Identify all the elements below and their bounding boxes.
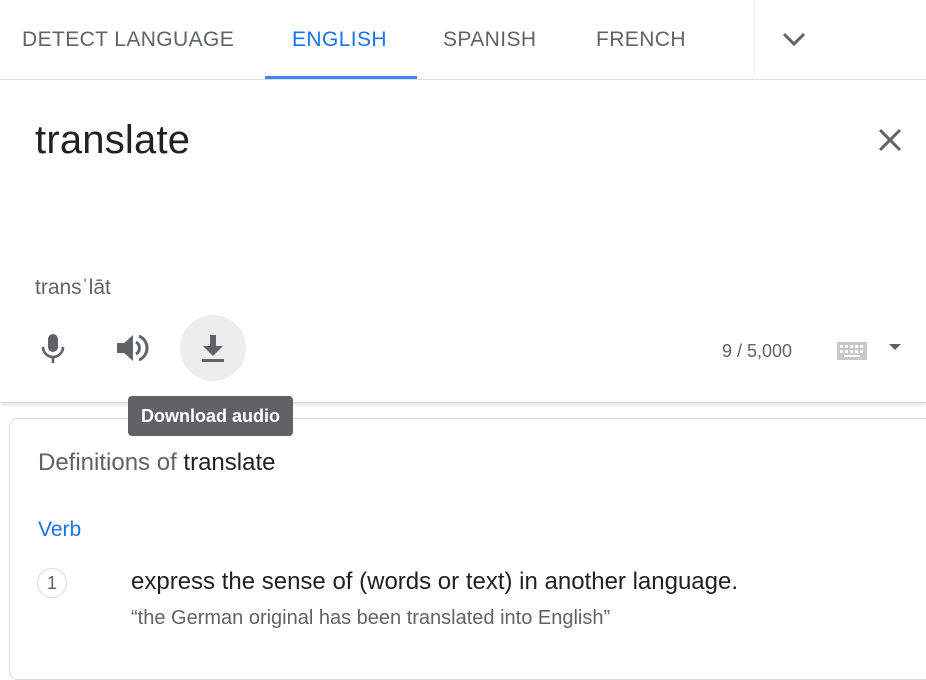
chevron-down-icon[interactable]: [779, 26, 809, 54]
character-count: 9 / 5,000: [722, 341, 793, 361]
keyboard-icon[interactable]: [836, 339, 870, 363]
source-text-input[interactable]: translate: [35, 118, 190, 163]
definition-example: “the German original has been translated…: [131, 607, 611, 629]
tab-detect-language[interactable]: DETECT LANGUAGE: [22, 0, 234, 79]
active-tab-indicator: [265, 76, 417, 79]
definition-number: 1: [37, 568, 67, 598]
tab-spanish[interactable]: SPANISH: [443, 0, 536, 79]
source-panel: translate transˈlāt 9 / 5,000: [0, 80, 926, 403]
phonetic-transcription: transˈlāt: [35, 276, 111, 299]
part-of-speech: Verb: [38, 518, 82, 541]
tab-english[interactable]: ENGLISH: [292, 0, 387, 79]
tab-french[interactable]: FRENCH: [596, 0, 686, 79]
definition-meaning: express the sense of (words or text) in …: [131, 568, 739, 595]
source-language-tabs: DETECT LANGUAGE ENGLISH SPANISH FRENCH: [0, 0, 926, 80]
download-icon: [202, 335, 224, 362]
download-audio-button[interactable]: [180, 315, 246, 381]
download-audio-tooltip: Download audio: [128, 396, 293, 436]
caret-down-icon[interactable]: [886, 341, 904, 355]
close-icon[interactable]: [872, 122, 908, 158]
definitions-title-word: translate: [183, 449, 276, 476]
microphone-icon[interactable]: [20, 315, 86, 381]
tabs-divider: [754, 0, 755, 80]
definitions-title: Definitions of translate: [38, 449, 275, 477]
definitions-title-prefix: Definitions of: [38, 449, 177, 476]
speaker-icon[interactable]: [99, 315, 165, 381]
